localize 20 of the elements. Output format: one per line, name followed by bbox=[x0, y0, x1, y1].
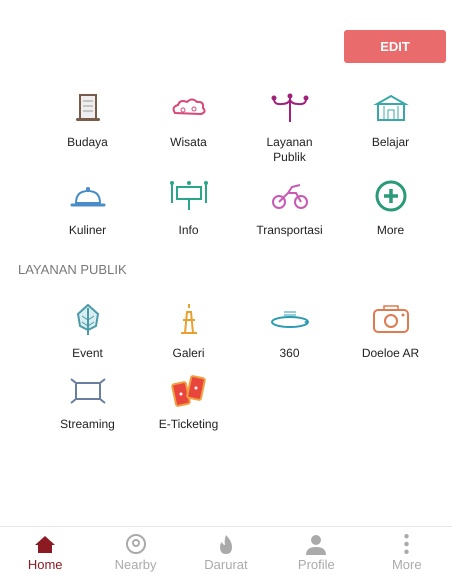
tile-label[interactable]: More bbox=[376, 223, 404, 238]
tile-label[interactable]: Wisata bbox=[170, 135, 207, 150]
tile-label[interactable]: Event bbox=[72, 346, 103, 360]
home-icon bbox=[33, 533, 58, 555]
tile-label[interactable]: 360 bbox=[279, 346, 300, 360]
person-icon bbox=[304, 533, 328, 555]
tile-label[interactable]: Belajar bbox=[372, 135, 410, 150]
tile-label[interactable]: Layanan Publik bbox=[254, 135, 326, 165]
tile-label[interactable]: Budaya bbox=[67, 135, 108, 150]
nav-tab[interactable]: Home bbox=[5, 533, 86, 575]
location-icon bbox=[124, 533, 148, 555]
more-icon bbox=[404, 534, 410, 554]
tile-label[interactable]: E-Ticketing bbox=[158, 416, 218, 432]
tile-label[interactable]: Transportasi bbox=[256, 223, 323, 238]
tile-label[interactable]: Kuliner bbox=[68, 223, 106, 238]
section-title: LAYANAN PUBLIK bbox=[17, 261, 128, 279]
tile-label[interactable]: Galeri bbox=[172, 346, 204, 360]
tile-label[interactable]: Info bbox=[178, 223, 198, 238]
tile-label[interactable]: Doeloe AR bbox=[362, 346, 420, 360]
tile-label[interactable]: Streaming bbox=[60, 416, 115, 432]
